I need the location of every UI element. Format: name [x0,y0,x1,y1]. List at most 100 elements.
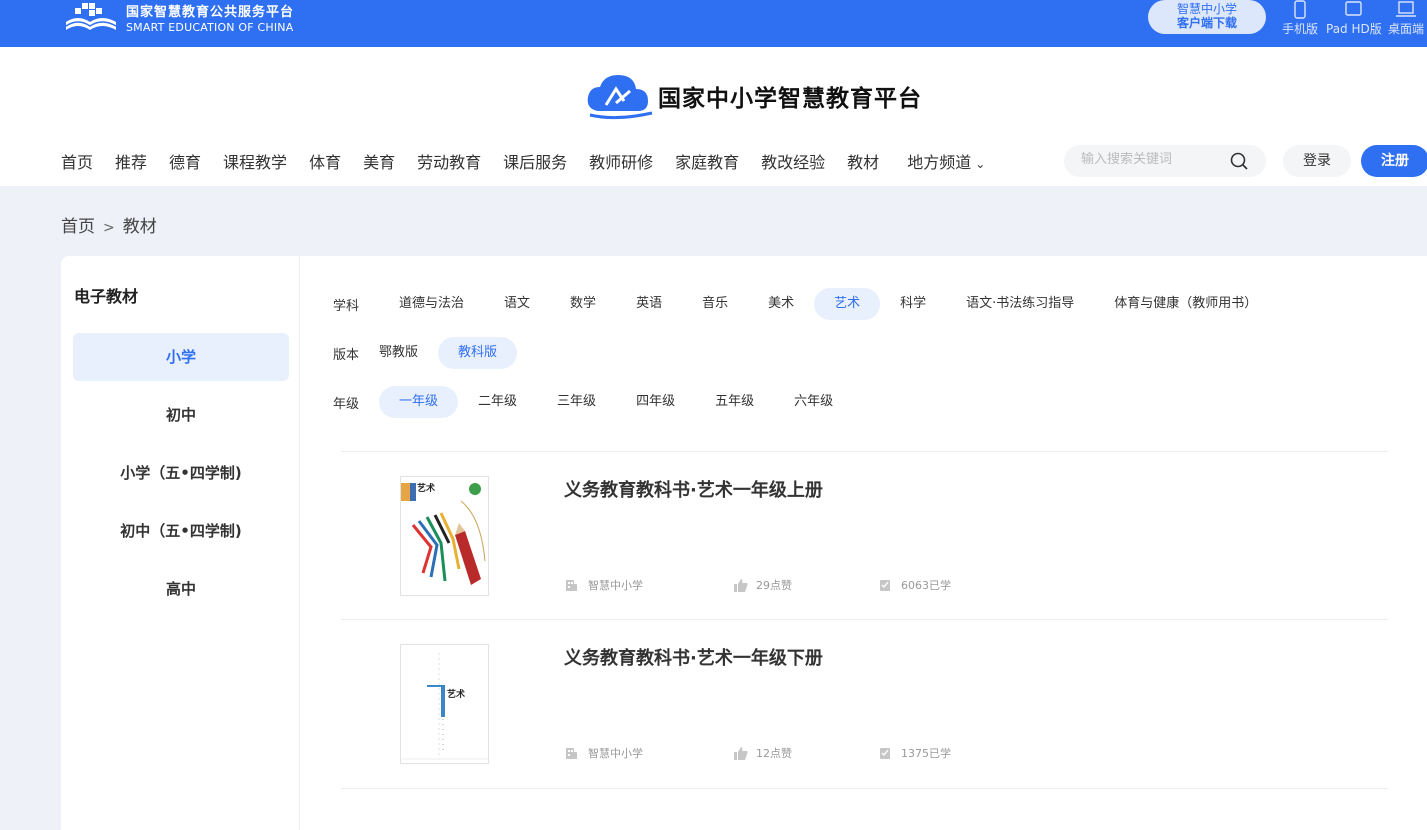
grade-filter-label: 年级 [333,396,360,412]
nav-item-home[interactable]: 首页 [61,149,93,173]
main-nav: 首页 推荐 德育 课程教学 体育 美育 劳动教育 课后服务 教师研修 家庭教育 … [61,149,1007,173]
mobile-version-link[interactable]: 手机版 [1282,0,1318,37]
nav-item-recommend[interactable]: 推荐 [115,149,147,173]
nav-item-aesthetic[interactable]: 美育 [363,149,395,173]
book-title[interactable]: 义务教育教科书·艺术一年级上册 [564,476,823,502]
book-cover-image[interactable]: 艺术 [400,476,489,596]
subject-chip-morality[interactable]: 道德与法治 [379,288,484,320]
book-learned: 1375已学 [879,745,951,761]
nav-item-sports[interactable]: 体育 [309,149,341,173]
subject-chip-calligraphy[interactable]: 语文·书法练习指导 [946,288,1094,320]
sidebar-item-senior[interactable]: 高中 [73,565,289,613]
laptop-icon [1396,1,1416,17]
subject-chip-chinese[interactable]: 语文 [484,288,550,320]
subject-chip-fine-art[interactable]: 美术 [748,288,814,320]
stage-sidebar: 电子教材 小学 初中 小学（五•四学制) 初中（五•四学制) 高中 [61,256,300,830]
mobile-version-label: 手机版 [1282,22,1319,36]
site-header: 国家中小学智慧教育平台 首页 推荐 德育 课程教学 体育 美育 劳动教育 课后服… [0,47,1427,186]
book-source-label: 智慧中小学 [588,579,643,592]
nav-item-reform[interactable]: 教改经验 [761,149,825,173]
chevron-down-icon: ⌄ [975,157,986,171]
nav-item-family[interactable]: 家庭教育 [675,149,739,173]
textbook-panel: 学科 道德与法治 语文 数学 英语 音乐 美术 艺术 科学 语文·书法练习指导 … [300,256,1427,830]
study-record-icon [880,747,890,759]
book-likes-count: 29点赞 [756,579,792,592]
tablet-icon [1345,1,1362,16]
search-box [1064,145,1266,177]
phone-icon [1294,0,1306,19]
book-source: 智慧中小学 [565,745,643,761]
book-cover-illustration: 艺术 [401,482,486,585]
register-button[interactable]: 注册 [1361,145,1427,177]
book-learned: 6063已学 [879,577,951,593]
book-source-label: 智慧中小学 [588,747,643,760]
nav-item-afterschool[interactable]: 课后服务 [503,149,567,173]
nav-item-labor[interactable]: 劳动教育 [417,149,481,173]
study-record-icon [880,579,890,591]
nav-item-courses[interactable]: 课程教学 [223,149,287,173]
breadcrumb-current: 教材 [122,217,157,237]
book-cover-illustration: 艺术 [401,653,488,760]
book-list-item[interactable]: 艺术 义务教育教科书·艺术一年级下册 智慧中小学 12点赞 1375已学 [341,620,1388,788]
grade-chip-3[interactable]: 三年级 [537,386,616,418]
nav-item-textbooks[interactable]: 教材 [847,149,879,173]
edition-chip-jiaoke[interactable]: 教科版 [438,337,518,369]
subject-chip-pe-teacher[interactable]: 体育与健康（教师用书） [1094,288,1277,320]
subject-filter-row: 学科 道德与法治 语文 数学 英语 音乐 美术 艺术 科学 语文·书法练习指导 … [333,288,1277,320]
cloud-book-logo-icon [587,75,653,120]
sidebar-item-junior-54[interactable]: 初中（五•四学制) [73,507,289,555]
client-download-line1: 智慧中小学 [1176,2,1237,16]
subject-chip-english[interactable]: 英语 [616,288,682,320]
brand-name-en: SMART EDUCATION OF CHINA [126,20,294,34]
nav-item-local[interactable]: 地方频道 ⌄ [907,149,985,173]
breadcrumb-separator: > [103,220,115,236]
client-download-line2: 客户端下载 [1176,16,1237,30]
book-likes: 12点赞 [734,745,792,761]
client-download-button[interactable]: 智慧中小学 客户端下载 [1148,0,1266,34]
nav-item-teacher-training[interactable]: 教师研修 [589,149,653,173]
building-icon [566,747,577,759]
divider [341,788,1388,789]
book-learned-count: 1375已学 [901,747,951,760]
open-book-logo-icon [65,3,117,30]
grade-chip-6[interactable]: 六年级 [774,386,853,418]
desktop-version-label: 桌面端 [1388,22,1425,36]
subject-chip-science[interactable]: 科学 [880,288,946,320]
grade-chip-1[interactable]: 一年级 [379,386,459,418]
sidebar-item-primary[interactable]: 小学 [73,333,289,381]
subject-chip-music[interactable]: 音乐 [682,288,748,320]
thumbs-up-icon [734,746,748,760]
book-likes: 29点赞 [734,577,792,593]
nav-item-moral[interactable]: 德育 [169,149,201,173]
desktop-version-link[interactable]: 桌面端 [1388,0,1424,37]
nav-item-local-label: 地方频道 [907,153,972,172]
grade-chip-4[interactable]: 四年级 [616,386,695,418]
grade-chip-2[interactable]: 二年级 [458,386,537,418]
site-title: 国家中小学智慧教育平台 [658,85,922,112]
brand-logo-link[interactable]: 国家智慧教育公共服务平台 SMART EDUCATION OF CHINA [62,0,294,38]
edition-chip-ejiao[interactable]: 鄂教版 [379,337,438,369]
book-learned-count: 6063已学 [901,579,951,592]
breadcrumb-home[interactable]: 首页 [61,217,95,237]
sidebar-item-primary-54[interactable]: 小学（五•四学制) [73,449,289,497]
grade-filter-row: 年级 一年级 二年级 三年级 四年级 五年级 六年级 [333,386,853,418]
thumbs-up-icon [734,578,748,592]
top-bar: 国家智慧教育公共服务平台 SMART EDUCATION OF CHINA 智慧… [0,0,1427,47]
pad-version-link[interactable]: Pad HD版 [1326,0,1382,37]
book-title[interactable]: 义务教育教科书·艺术一年级下册 [564,644,823,670]
login-button[interactable]: 登录 [1283,145,1351,177]
search-icon[interactable] [1230,152,1249,171]
book-cover-image[interactable]: 艺术 [400,644,489,764]
book-list-item[interactable]: 艺术 义务教育教科书·艺术一年级上册 智慧中小学 29点赞 6063已学 [341,452,1388,620]
search-input[interactable] [1081,152,1231,167]
site-logo-link[interactable]: 国家中小学智慧教育平台 [586,71,922,121]
grade-chip-5[interactable]: 五年级 [695,386,774,418]
subject-chip-math[interactable]: 数学 [550,288,616,320]
book-source: 智慧中小学 [565,577,643,593]
building-icon [566,579,577,591]
subject-chip-art[interactable]: 艺术 [814,288,881,320]
sidebar-title: 电子教材 [74,287,139,306]
sidebar-item-junior[interactable]: 初中 [73,391,289,439]
pad-version-label: Pad HD版 [1326,22,1382,36]
brand-name-cn: 国家智慧教育公共服务平台 [126,4,295,20]
